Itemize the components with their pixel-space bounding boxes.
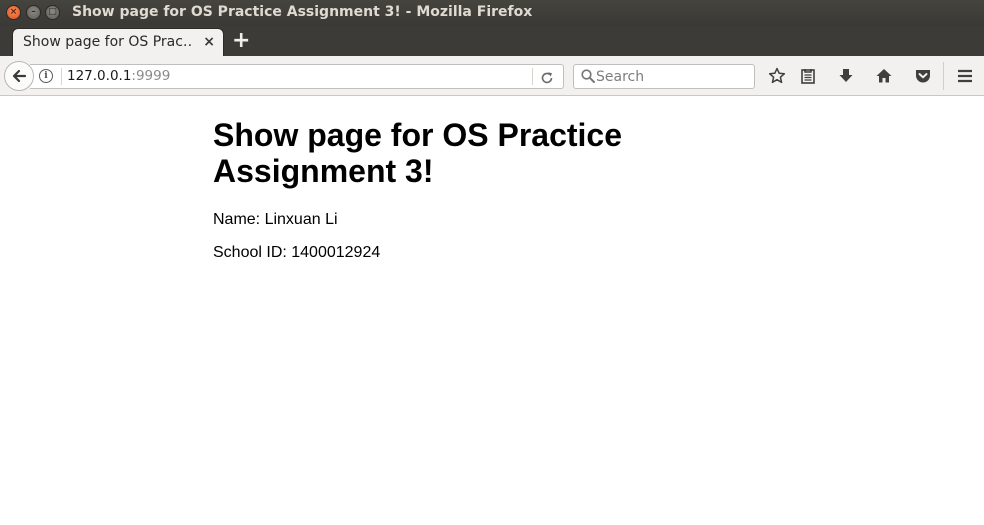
name-line: Name: Linxuan Li (213, 211, 338, 228)
window-maximize-button[interactable]: □ (45, 5, 60, 20)
menu-icon[interactable] (954, 65, 976, 87)
window-close-button[interactable]: × (6, 5, 21, 20)
back-button[interactable] (4, 61, 34, 91)
url-host: 127.0.0.1 (67, 68, 132, 84)
back-arrow-icon (12, 69, 27, 83)
tab-strip: Show page for OS Prac… × + (0, 26, 984, 57)
search-bar[interactable] (573, 64, 755, 89)
toolbar-divider (943, 62, 944, 90)
school-id-line: School ID: 1400012924 (213, 244, 381, 261)
window-minimize-button[interactable]: – (26, 5, 41, 20)
download-icon[interactable] (835, 65, 857, 87)
reload-icon[interactable] (540, 67, 554, 89)
url-bar[interactable]: i 127.0.0.1:9999 (30, 64, 564, 89)
search-input[interactable] (596, 67, 751, 86)
tab-label: Show page for OS Prac… (23, 34, 193, 50)
bookmark-star-icon[interactable] (766, 65, 788, 87)
url-divider (61, 68, 62, 85)
page-heading: Show page for OS Practice Assignment 3! (213, 117, 622, 189)
reload-divider (532, 68, 533, 85)
reading-list-icon[interactable] (797, 65, 819, 87)
search-icon (581, 69, 595, 83)
navigation-toolbar: i 127.0.0.1:9999 (0, 56, 984, 96)
window-titlebar: × – □ Show page for OS Practice Assignme… (0, 0, 984, 26)
window-title: Show page for OS Practice Assignment 3! … (72, 4, 533, 20)
info-icon[interactable]: i (39, 69, 53, 83)
tab-active[interactable]: Show page for OS Prac… × (12, 28, 224, 57)
new-tab-button[interactable]: + (232, 29, 250, 53)
url-text[interactable]: 127.0.0.1:9999 (67, 68, 170, 84)
tab-close-icon[interactable]: × (203, 34, 215, 50)
url-port: :9999 (131, 68, 171, 84)
page-content: Show page for OS Practice Assignment 3! … (0, 97, 984, 525)
home-icon[interactable] (873, 65, 895, 87)
pocket-icon[interactable] (912, 65, 934, 87)
